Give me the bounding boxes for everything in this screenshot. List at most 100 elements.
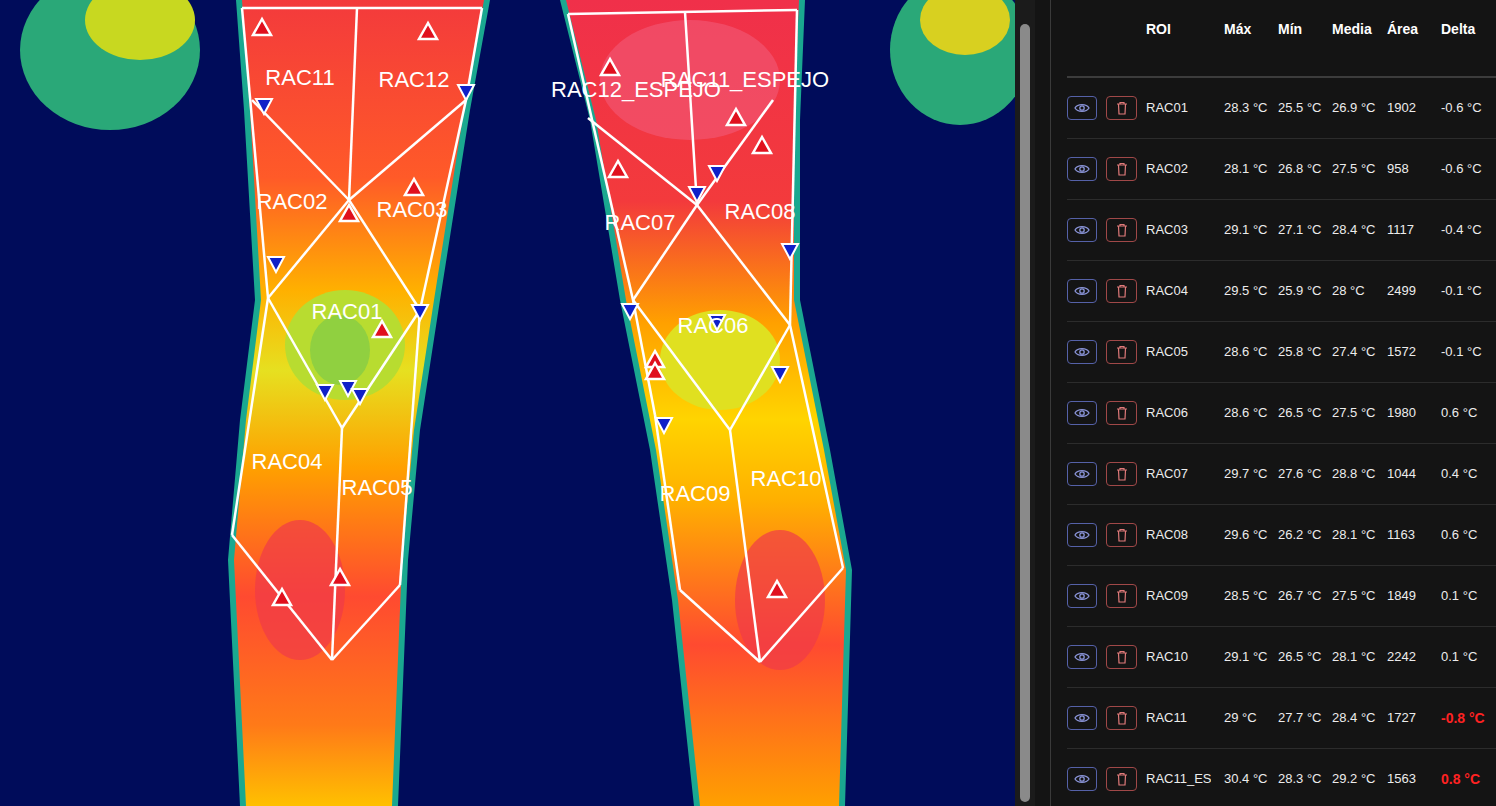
max-cell: 29.1 °C bbox=[1224, 220, 1278, 240]
min-cell: 25.8 °C bbox=[1278, 342, 1332, 362]
table-header: ROIMáxMínMediaÁreaDelta bbox=[1067, 0, 1496, 78]
delete-button[interactable] bbox=[1106, 218, 1137, 242]
table-row[interactable]: RAC0429.5 °C25.9 °C28 °C2499-0.1 °C bbox=[1067, 261, 1496, 322]
table-row[interactable]: RAC0729.7 °C27.6 °C28.8 °C10440.4 °C bbox=[1067, 444, 1496, 505]
delete-button[interactable] bbox=[1106, 96, 1137, 120]
trash-icon bbox=[1116, 101, 1128, 115]
show-button[interactable] bbox=[1067, 96, 1097, 120]
mean-cell: 28.4 °C bbox=[1332, 708, 1387, 728]
trash-icon bbox=[1116, 589, 1128, 603]
delete-button[interactable] bbox=[1106, 462, 1137, 486]
show-button[interactable] bbox=[1067, 340, 1097, 364]
delete-button[interactable] bbox=[1106, 584, 1137, 608]
area-cell: 1572 bbox=[1387, 342, 1441, 362]
thermal-viewer[interactable]: RAC11RAC12RAC02RAC03RAC01RAC04RAC05RAC12… bbox=[0, 0, 1015, 806]
max-cell: 28.6 °C bbox=[1224, 342, 1278, 362]
table-row[interactable]: RAC0829.6 °C26.2 °C28.1 °C11630.6 °C bbox=[1067, 505, 1496, 566]
area-cell: 1727 bbox=[1387, 708, 1441, 728]
eye-icon bbox=[1074, 163, 1090, 175]
show-button[interactable] bbox=[1067, 401, 1097, 425]
roi-cell: RAC07 bbox=[1146, 464, 1211, 484]
trash-icon bbox=[1116, 406, 1128, 420]
delete-button[interactable] bbox=[1106, 706, 1137, 730]
show-button[interactable] bbox=[1067, 645, 1097, 669]
area-cell: 1163 bbox=[1387, 525, 1441, 545]
min-cell: 25.5 °C bbox=[1278, 98, 1332, 118]
delete-button[interactable] bbox=[1106, 401, 1137, 425]
table-row[interactable]: RAC0128.3 °C25.5 °C26.9 °C1902-0.6 °C bbox=[1067, 78, 1496, 139]
min-cell: 27.1 °C bbox=[1278, 220, 1332, 240]
roi-cell: RAC11_ESPE bbox=[1146, 769, 1211, 789]
max-cell: 30.4 °C bbox=[1224, 769, 1278, 789]
area-cell: 2499 bbox=[1387, 281, 1441, 301]
eye-icon bbox=[1074, 590, 1090, 602]
table-row[interactable]: RAC0528.6 °C25.8 °C27.4 °C1572-0.1 °C bbox=[1067, 322, 1496, 383]
delta-cell: 0.1 °C bbox=[1441, 647, 1496, 667]
delete-button[interactable] bbox=[1106, 157, 1137, 181]
table-row[interactable]: RAC0628.6 °C26.5 °C27.5 °C19800.6 °C bbox=[1067, 383, 1496, 444]
min-cell: 26.8 °C bbox=[1278, 159, 1332, 179]
table-row[interactable]: RAC0928.5 °C26.7 °C27.5 °C18490.1 °C bbox=[1067, 566, 1496, 627]
column-header: Mín bbox=[1278, 19, 1332, 40]
roi-label[interactable]: RAC02 bbox=[257, 191, 328, 213]
show-button[interactable] bbox=[1067, 218, 1097, 242]
show-button[interactable] bbox=[1067, 462, 1097, 486]
delta-cell: 0.6 °C bbox=[1441, 525, 1496, 545]
trash-icon bbox=[1116, 528, 1128, 542]
show-button[interactable] bbox=[1067, 706, 1097, 730]
table-row[interactable]: RAC0228.1 °C26.8 °C27.5 °C958-0.6 °C bbox=[1067, 139, 1496, 200]
trash-icon bbox=[1116, 650, 1128, 664]
delete-button[interactable] bbox=[1106, 340, 1137, 364]
show-button[interactable] bbox=[1067, 157, 1097, 181]
table-row[interactable]: RAC0329.1 °C27.1 °C28.4 °C1117-0.4 °C bbox=[1067, 200, 1496, 261]
roi-cell: RAC01 bbox=[1146, 98, 1211, 118]
column-header: Área bbox=[1387, 19, 1441, 40]
show-button[interactable] bbox=[1067, 767, 1097, 791]
roi-label[interactable]: RAC12 bbox=[379, 69, 450, 91]
table-row[interactable]: RAC1129 °C27.7 °C28.4 °C1727-0.8 °C bbox=[1067, 688, 1496, 749]
delta-cell: 0.4 °C bbox=[1441, 464, 1496, 484]
mean-cell: 26.9 °C bbox=[1332, 98, 1387, 118]
eye-icon bbox=[1074, 712, 1090, 724]
min-cell: 25.9 °C bbox=[1278, 281, 1332, 301]
roi-label[interactable]: RAC07 bbox=[605, 212, 676, 234]
min-cell: 26.2 °C bbox=[1278, 525, 1332, 545]
roi-cell: RAC02 bbox=[1146, 159, 1211, 179]
mean-cell: 27.5 °C bbox=[1332, 159, 1387, 179]
mean-cell: 28.1 °C bbox=[1332, 525, 1387, 545]
roi-label[interactable]: RAC11 bbox=[265, 67, 334, 89]
column-header: Delta bbox=[1441, 19, 1496, 40]
roi-label[interactable]: RAC08 bbox=[725, 201, 796, 223]
show-button[interactable] bbox=[1067, 523, 1097, 547]
area-cell: 1980 bbox=[1387, 403, 1441, 423]
roi-label[interactable]: RAC03 bbox=[377, 199, 448, 221]
max-cell: 28.3 °C bbox=[1224, 98, 1278, 118]
delete-button[interactable] bbox=[1106, 279, 1137, 303]
roi-label[interactable]: RAC05 bbox=[342, 477, 413, 499]
scrollbar[interactable] bbox=[1015, 0, 1035, 806]
roi-label[interactable]: RAC10 bbox=[751, 468, 822, 490]
roi-cell: RAC11 bbox=[1146, 708, 1211, 728]
eye-icon bbox=[1074, 224, 1090, 236]
mean-cell: 29.2 °C bbox=[1332, 769, 1387, 789]
show-button[interactable] bbox=[1067, 279, 1097, 303]
max-cell: 28.1 °C bbox=[1224, 159, 1278, 179]
show-button[interactable] bbox=[1067, 584, 1097, 608]
trash-icon bbox=[1116, 467, 1128, 481]
roi-label[interactable]: RAC11_ESPEJO bbox=[661, 69, 829, 91]
thermal-image bbox=[0, 0, 1015, 806]
scrollbar-thumb[interactable] bbox=[1020, 24, 1030, 802]
roi-label[interactable]: RAC06 bbox=[678, 315, 749, 337]
trash-icon bbox=[1116, 345, 1128, 359]
delete-button[interactable] bbox=[1106, 523, 1137, 547]
roi-label[interactable]: RAC09 bbox=[660, 483, 731, 505]
delete-button[interactable] bbox=[1106, 767, 1137, 791]
delta-cell: -0.1 °C bbox=[1441, 281, 1496, 301]
max-cell: 29.7 °C bbox=[1224, 464, 1278, 484]
table-row[interactable]: RAC1029.1 °C26.5 °C28.1 °C22420.1 °C bbox=[1067, 627, 1496, 688]
roi-label[interactable]: RAC04 bbox=[252, 451, 323, 473]
roi-label[interactable]: RAC01 bbox=[312, 301, 383, 323]
delete-button[interactable] bbox=[1106, 645, 1137, 669]
table-row[interactable]: RAC11_ESPE30.4 °C28.3 °C29.2 °C15630.8 °… bbox=[1067, 749, 1496, 806]
area-cell: 1849 bbox=[1387, 586, 1441, 606]
